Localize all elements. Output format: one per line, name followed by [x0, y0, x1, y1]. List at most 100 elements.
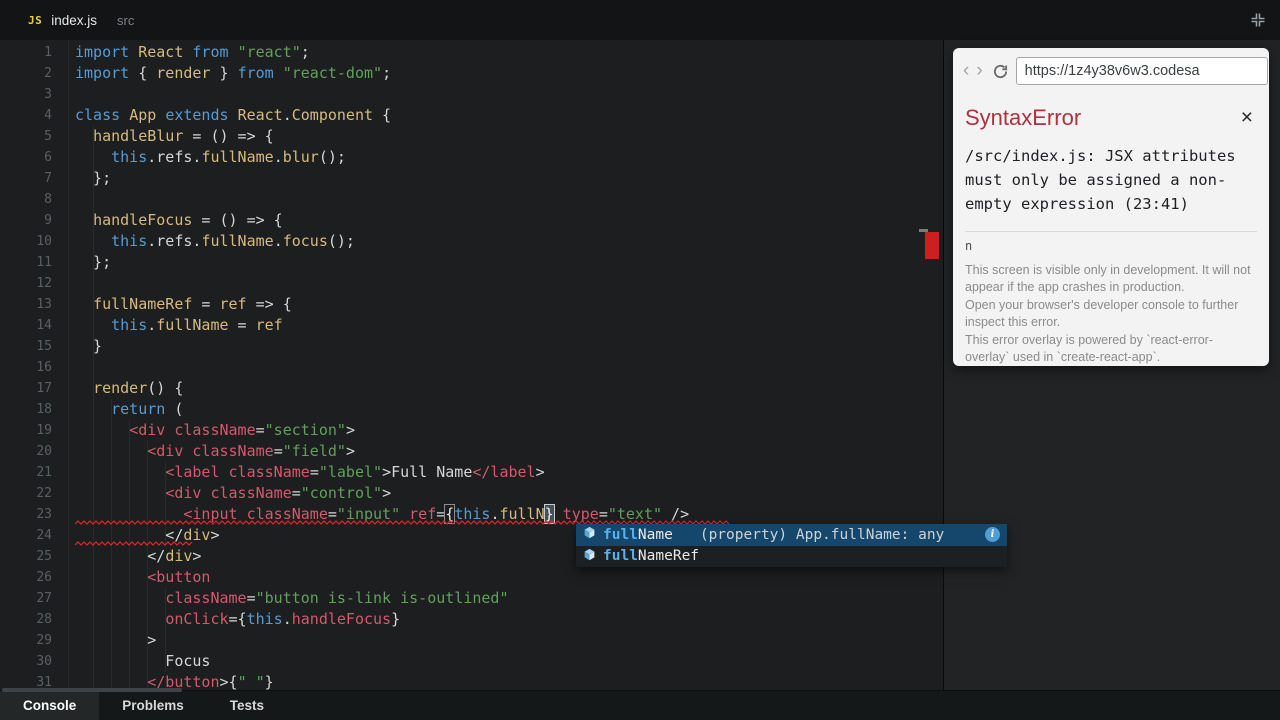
line-number: 17 — [36, 381, 52, 396]
browser-preview-card: ‹ › https://1z4y38v6w3.codesa SyntaxErro… — [953, 48, 1269, 366]
error-overlay: SyntaxError × /src/index.js: JSX attribu… — [953, 91, 1269, 366]
code-line[interactable]: 20 <div className="field"> — [0, 441, 943, 462]
code-lines: 1 import React from "react"; 2 import { ren… — [0, 42, 943, 690]
line-number: 5 — [44, 129, 52, 144]
code-line[interactable]: 11 }; — [0, 252, 943, 273]
refresh-icon[interactable] — [992, 63, 1009, 80]
rest-text: NameRef — [637, 548, 700, 565]
info-icon[interactable]: i — [985, 527, 1000, 543]
line-number: 12 — [36, 276, 52, 291]
code-line[interactable]: 17 render() { — [0, 378, 943, 399]
line-number: 4 — [44, 108, 52, 123]
code-line[interactable]: 9 handleFocus = () => { — [0, 210, 943, 231]
code-line[interactable]: 30 Focus — [0, 651, 943, 672]
line-number: 16 — [36, 360, 52, 375]
match-text: full — [603, 548, 638, 565]
property-cube-icon — [583, 548, 596, 565]
code-line[interactable]: 26 <button — [0, 567, 943, 588]
autocomplete-item-fullname[interactable]: fullName (property) App.fullName: any i — [576, 524, 1007, 546]
line-number: 11 — [36, 255, 52, 270]
code-fragment: n — [965, 239, 973, 253]
line-number: 1 — [44, 45, 52, 60]
error-message: /src/index.js: JSX attributes must only … — [965, 147, 1236, 213]
line-number: 21 — [36, 465, 52, 480]
line-number: 23 — [36, 507, 52, 522]
code-line[interactable]: 28 onClick={this.handleFocus} — [0, 609, 943, 630]
code-line[interactable]: 18 return ( — [0, 399, 943, 420]
code-line[interactable]: 16 — [0, 357, 943, 378]
line-number: 26 — [36, 570, 52, 585]
divider — [965, 231, 1257, 232]
horizontal-scrollbar-thumb[interactable] — [2, 688, 182, 692]
code-line[interactable]: 27 className="button is-link is-outlined… — [0, 588, 943, 609]
autocomplete-popup: fullName (property) App.fullName: any i … — [576, 524, 1007, 567]
code-line[interactable]: 4 class App extends React.Component { — [0, 105, 943, 126]
line-number: 19 — [36, 423, 52, 438]
line-number: 13 — [36, 297, 52, 312]
note: Open your browser's developer console to… — [965, 298, 1239, 329]
tab-tests[interactable]: Tests — [207, 691, 287, 720]
rest-text: Name — [637, 526, 673, 543]
item-detail: (property) App.fullName: any — [699, 526, 945, 543]
code-line[interactable]: 12 — [0, 273, 943, 294]
line-number: 30 — [36, 654, 52, 669]
line-number: 27 — [36, 591, 52, 606]
property-cube-icon — [583, 526, 596, 543]
line-number: 9 — [44, 213, 52, 228]
code-line[interactable]: 10 this.refs.fullName.focus(); — [0, 231, 943, 252]
match-text: full — [603, 526, 638, 543]
line-number: 20 — [36, 444, 52, 459]
code-line[interactable]: 15 } — [0, 336, 943, 357]
folder-label: src — [117, 12, 135, 28]
line-number: 6 — [44, 150, 52, 165]
code-line[interactable]: 19 <div className="section"> — [0, 420, 943, 441]
code-line[interactable]: 6 this.refs.fullName.blur(); — [0, 147, 943, 168]
javascript-file-icon: JS — [28, 13, 43, 27]
code-line[interactable]: 29 > — [0, 630, 943, 651]
title-bar: JS index.js src — [0, 0, 1280, 40]
line-number: 2 — [44, 66, 52, 81]
line-number: 8 — [44, 192, 52, 207]
forward-icon[interactable]: › — [976, 61, 982, 80]
code-line[interactable]: 5 handleBlur = () => { — [0, 126, 943, 147]
line-number: 24 — [36, 528, 52, 543]
error-notes: This screen is visible only in developme… — [965, 262, 1257, 366]
url-input[interactable]: https://1z4y38v6w3.codesa — [1015, 57, 1268, 85]
autocomplete-item-fullnameref[interactable]: fullNameRef — [576, 546, 1007, 568]
browser-nav-bar: ‹ › https://1z4y38v6w3.codesa — [953, 48, 1269, 91]
line-number: 7 — [44, 171, 52, 186]
code-line[interactable]: 7 }; — [0, 168, 943, 189]
error-title: SyntaxError — [965, 105, 1082, 130]
scrollbar-error-marker — [925, 232, 939, 259]
preview-pane: ‹ › https://1z4y38v6w3.codesa SyntaxErro… — [943, 40, 1280, 720]
back-icon[interactable]: ‹ — [963, 61, 969, 80]
line-number: 10 — [36, 234, 52, 249]
bottom-panel-tabs: Console Problems Tests — [0, 690, 1280, 720]
code-line[interactable]: 13 fullNameRef = ref => { — [0, 294, 943, 315]
code-line[interactable]: 23 <input className="input" ref={this.fu… — [0, 504, 943, 525]
tab-index-js[interactable]: JS index.js — [0, 13, 97, 28]
file-name: index.js — [51, 12, 98, 28]
line-number: 28 — [36, 612, 52, 627]
code-editor[interactable]: 1 import React from "react"; 2 import { ren… — [0, 40, 943, 690]
code-line[interactable]: 3 — [0, 84, 943, 105]
code-line[interactable]: 14 this.fullName = ref — [0, 315, 943, 336]
tab-problems[interactable]: Problems — [99, 691, 207, 720]
line-number: 18 — [36, 402, 52, 417]
code-line[interactable]: 2 import { render } from "react-dom"; — [0, 63, 943, 84]
line-number: 3 — [44, 87, 52, 102]
note: This error overlay is powered by `react-… — [965, 333, 1213, 364]
line-number: 14 — [36, 318, 52, 333]
note: This screen is visible only in developme… — [965, 263, 1251, 294]
line-number: 29 — [36, 633, 52, 648]
code-line[interactable]: 1 import React from "react"; — [0, 42, 943, 63]
line-number: 15 — [36, 339, 52, 354]
code-line[interactable]: 21 <label className="label">Full Name</l… — [0, 462, 943, 483]
line-number: 25 — [36, 549, 52, 564]
tab-console[interactable]: Console — [0, 691, 100, 720]
collapse-view-icon[interactable] — [1250, 12, 1266, 28]
code-line[interactable]: 8 — [0, 189, 943, 210]
code-line[interactable]: 22 <div className="control"> — [0, 483, 943, 504]
line-number: 22 — [36, 486, 52, 501]
close-icon[interactable]: × — [1237, 107, 1257, 128]
